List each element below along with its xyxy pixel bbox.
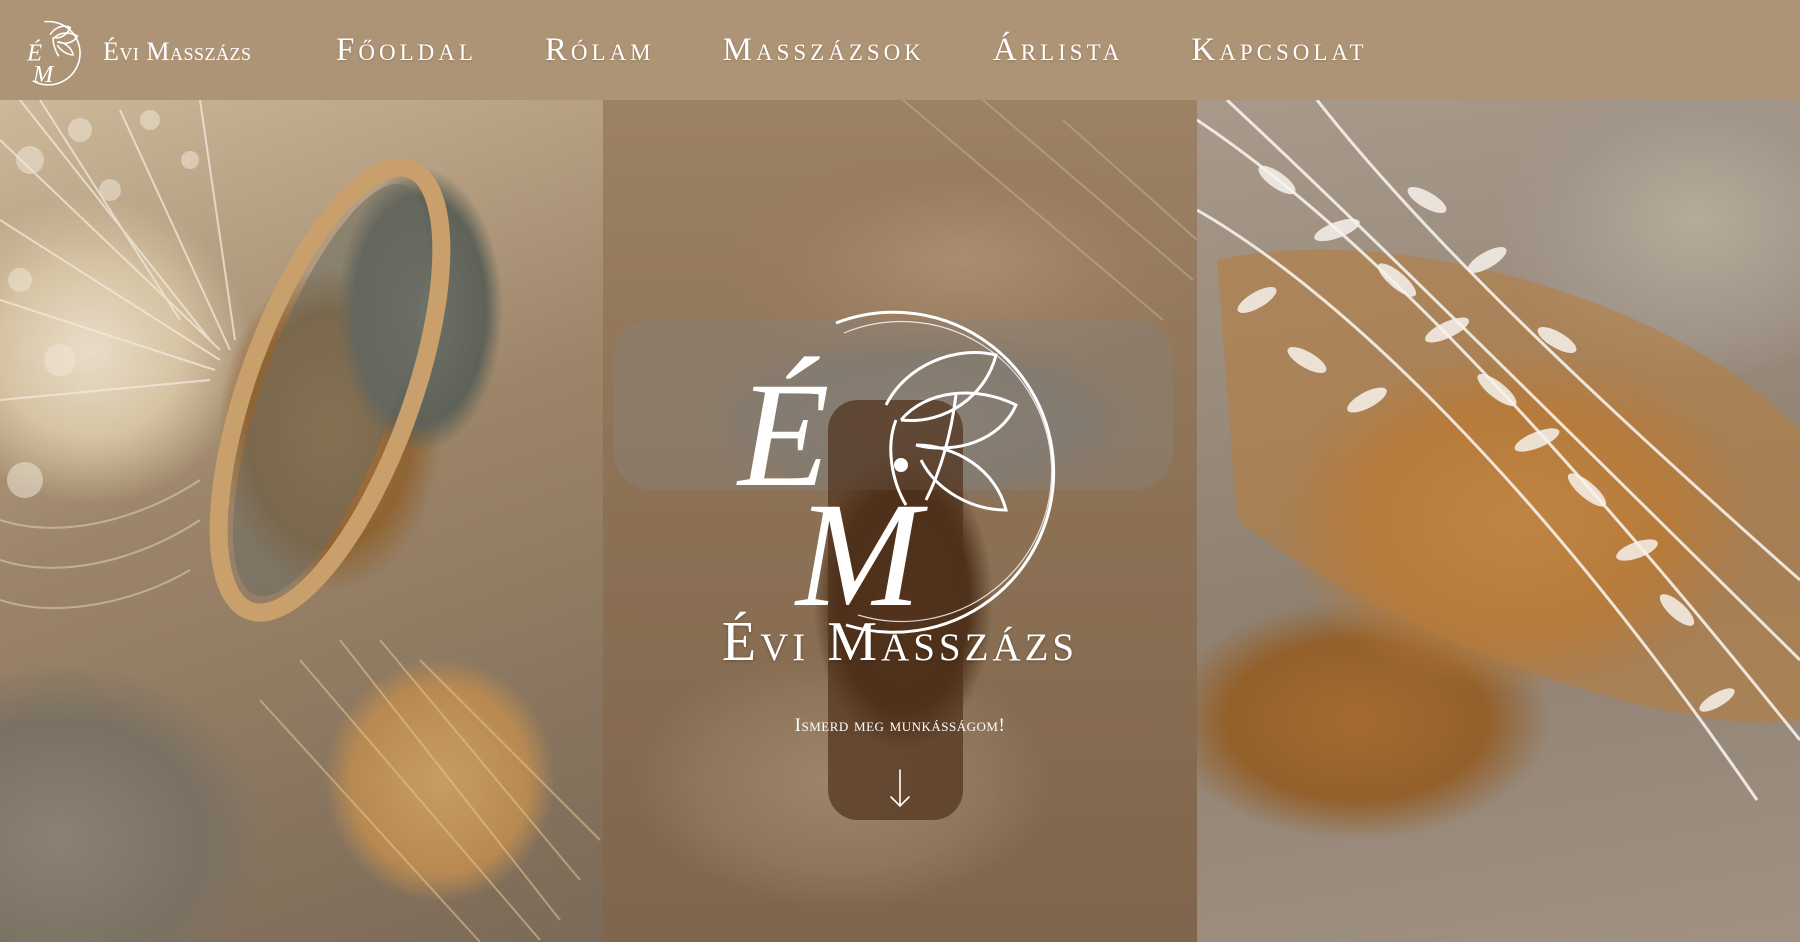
- top-navbar: É M Évi Masszázs Főoldal Rólam Masszázso…: [0, 0, 1800, 100]
- dried-flowers-decoration: [0, 100, 601, 942]
- main-navigation: Főoldal Rólam Masszázsok Árlista Kapcsol…: [336, 0, 1436, 100]
- em-lotus-logo-icon: É M: [26, 20, 81, 88]
- nav-item-fooldal[interactable]: Főoldal: [336, 32, 477, 69]
- arrow-down-icon[interactable]: [888, 768, 912, 810]
- svg-text:M: M: [32, 61, 55, 88]
- hero-subtitle: Ismerd meg munkásságom!: [794, 715, 1006, 736]
- nav-item-arlista[interactable]: Árlista: [993, 32, 1124, 69]
- hero-photo-left: [0, 100, 603, 942]
- brand-name: Évi Masszázs: [103, 37, 252, 66]
- nav-item-masszazsok[interactable]: Masszázsok: [723, 32, 925, 69]
- hero-section: É M Évi Masszázs Ismerd meg munkásságom!: [0, 100, 1800, 942]
- nav-item-rolam[interactable]: Rólam: [545, 32, 655, 69]
- brand-home-link[interactable]: É M Évi Masszázs: [17, 16, 252, 88]
- white-ruscus-decoration: [1197, 100, 1800, 801]
- hero-title: Évi Masszázs: [721, 611, 1079, 673]
- em-lotus-logo-icon: É M: [736, 310, 1056, 638]
- nav-item-kapcsolat[interactable]: Kapcsolat: [1191, 32, 1367, 69]
- hero-content: É M Évi Masszázs Ismerd meg munkásságom!: [603, 100, 1197, 942]
- hero-photo-right: [1197, 100, 1800, 942]
